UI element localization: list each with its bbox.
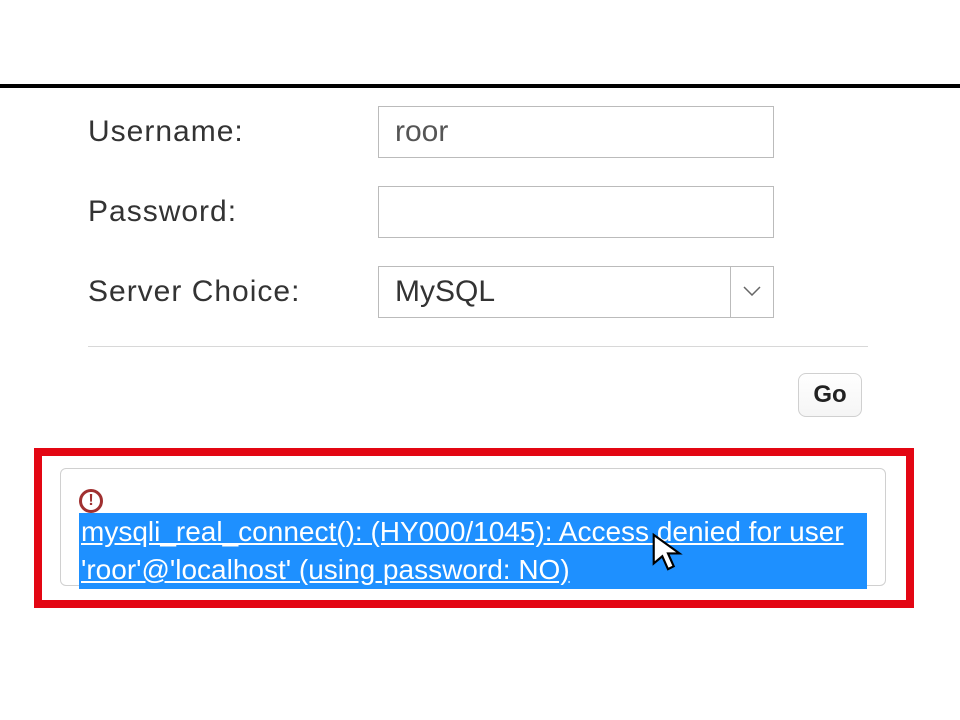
server-select[interactable]: MySQL (378, 266, 774, 318)
username-label: Username: (88, 115, 378, 149)
username-input[interactable] (378, 106, 774, 158)
chevron-down-icon (743, 283, 761, 301)
server-row: Server Choice: MySQL (88, 266, 868, 318)
username-row: Username: (88, 106, 868, 158)
server-label: Server Choice: (88, 275, 378, 309)
password-row: Password: (88, 186, 868, 238)
error-icon: ! (79, 489, 103, 513)
go-button[interactable]: Go (798, 373, 862, 417)
go-row: Go (88, 347, 868, 417)
password-input[interactable] (378, 186, 774, 238)
error-line: ! mysqli_real_connect(): (HY000/1045): A… (79, 483, 867, 589)
error-message: mysqli_real_connect(): (HY000/1045): Acc… (79, 513, 867, 589)
login-form: Username: Password: Server Choice: MySQL… (50, 88, 906, 417)
server-dropdown-button[interactable] (730, 266, 774, 318)
error-box: ! mysqli_real_connect(): (HY000/1045): A… (60, 468, 886, 586)
password-label: Password: (88, 195, 378, 229)
server-value[interactable]: MySQL (378, 266, 774, 318)
